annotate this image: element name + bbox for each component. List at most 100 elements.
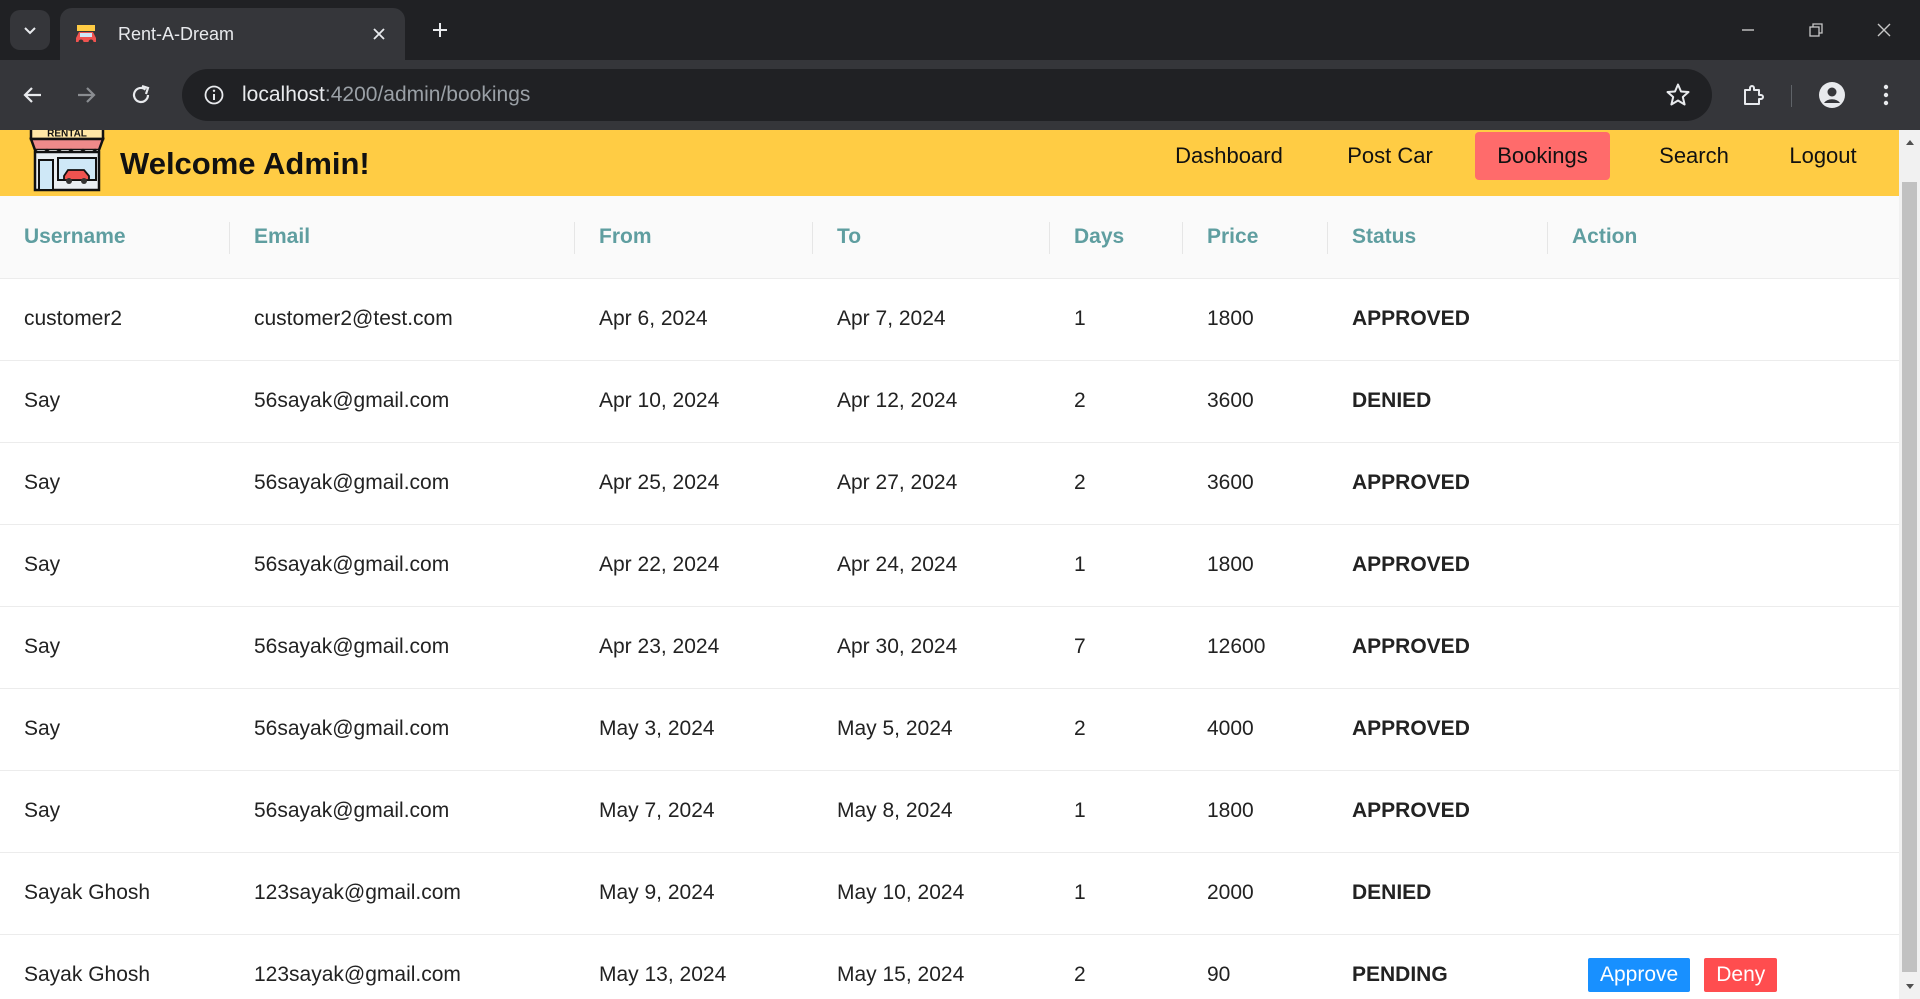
bookings-table: Username Email From To Days Price Status… [0, 196, 1899, 999]
cell-price: 3600 [1183, 442, 1328, 525]
cell-email: 56sayak@gmail.com [230, 524, 575, 607]
cell-username: Sayak Ghosh [0, 852, 230, 935]
cell-to: Apr 27, 2024 [813, 442, 1050, 525]
restore-icon[interactable] [1796, 12, 1836, 48]
reload-icon[interactable] [123, 77, 159, 113]
url-text: localhost:4200/admin/bookings [242, 83, 530, 107]
cell-days: 2 [1050, 688, 1183, 771]
status-badge: APPROVED [1328, 688, 1548, 771]
url-host: localhost [242, 83, 325, 106]
cell-price: 4000 [1183, 688, 1328, 771]
page-viewport: RENTAL Welcome Admin! Dashboard Post Car… [0, 130, 1920, 999]
browser-tab-bar: Rent-A-Dream [0, 0, 1920, 60]
status-badge: DENIED [1328, 360, 1548, 443]
address-bar[interactable]: localhost:4200/admin/bookings [182, 69, 1712, 121]
nav-bookings[interactable]: Bookings [1475, 132, 1610, 180]
column-header-days: Days [1050, 196, 1183, 279]
browser-tab[interactable]: Rent-A-Dream [60, 8, 405, 60]
nav-search[interactable]: Search [1646, 132, 1742, 180]
cell-username: Say [0, 524, 230, 607]
extensions-puzzle-icon[interactable] [1735, 77, 1771, 113]
table-row: Say 56sayak@gmail.com Apr 22, 2024 Apr 2… [0, 524, 1899, 607]
car-favicon-icon [74, 22, 98, 46]
minimize-icon[interactable] [1728, 12, 1768, 48]
tab-search-button[interactable] [10, 10, 50, 50]
cell-to: Apr 12, 2024 [813, 360, 1050, 443]
forward-arrow-icon[interactable] [68, 77, 104, 113]
profile-avatar-icon[interactable] [1814, 77, 1850, 113]
cell-username: Say [0, 442, 230, 525]
url-path: :4200/admin/bookings [324, 83, 531, 106]
cell-price: 12600 [1183, 606, 1328, 689]
bookmark-star-icon[interactable] [1664, 81, 1692, 109]
cell-days: 1 [1050, 770, 1183, 853]
table-row: Sayak Ghosh 123sayak@gmail.com May 9, 20… [0, 852, 1899, 935]
table-row: Sayak Ghosh 123sayak@gmail.com May 13, 2… [0, 934, 1899, 999]
cell-action: Approve Deny [1548, 934, 1899, 999]
cell-action [1548, 688, 1899, 771]
cell-price: 1800 [1183, 770, 1328, 853]
cell-to: Apr 24, 2024 [813, 524, 1050, 607]
welcome-heading: Welcome Admin! [120, 146, 370, 181]
cell-email: 56sayak@gmail.com [230, 770, 575, 853]
table-row: customer2 customer2@test.com Apr 6, 2024… [0, 278, 1899, 361]
cell-action [1548, 360, 1899, 443]
column-header-price: Price [1183, 196, 1328, 279]
deny-button[interactable]: Deny [1704, 958, 1778, 992]
column-header-from: From [575, 196, 813, 279]
tab-close-icon[interactable] [365, 20, 393, 48]
cell-username: Say [0, 770, 230, 853]
cell-username: customer2 [0, 278, 230, 361]
status-badge: PENDING [1328, 934, 1548, 999]
cell-action [1548, 278, 1899, 361]
column-header-email: Email [230, 196, 575, 279]
nav-post-car[interactable]: Post Car [1335, 132, 1445, 180]
table-row: Say 56sayak@gmail.com Apr 23, 2024 Apr 3… [0, 606, 1899, 689]
scroll-up-arrow-icon[interactable] [1899, 130, 1920, 154]
cell-price: 1800 [1183, 524, 1328, 607]
vertical-scrollbar[interactable] [1899, 130, 1920, 999]
cell-price: 1800 [1183, 278, 1328, 361]
cell-days: 2 [1050, 442, 1183, 525]
cell-email: 123sayak@gmail.com [230, 934, 575, 999]
cell-action [1548, 852, 1899, 935]
status-badge: DENIED [1328, 852, 1548, 935]
new-tab-plus-icon[interactable] [424, 14, 456, 46]
status-badge: APPROVED [1328, 442, 1548, 525]
nav-dashboard[interactable]: Dashboard [1164, 132, 1294, 180]
table-row: Say 56sayak@gmail.com May 3, 2024 May 5,… [0, 688, 1899, 771]
close-window-icon[interactable] [1864, 12, 1904, 48]
cell-email: customer2@test.com [230, 278, 575, 361]
cell-to: May 10, 2024 [813, 852, 1050, 935]
cell-from: Apr 23, 2024 [575, 606, 813, 689]
column-header-to: To [813, 196, 1050, 279]
scrollbar-thumb[interactable] [1902, 182, 1917, 972]
rental-shop-logo: RENTAL [29, 130, 105, 192]
scroll-down-arrow-icon[interactable] [1899, 975, 1920, 999]
cell-price: 2000 [1183, 852, 1328, 935]
browser-toolbar: localhost:4200/admin/bookings [0, 60, 1920, 130]
cell-from: May 9, 2024 [575, 852, 813, 935]
cell-username: Say [0, 688, 230, 771]
cell-email: 56sayak@gmail.com [230, 688, 575, 771]
table-row: Say 56sayak@gmail.com Apr 10, 2024 Apr 1… [0, 360, 1899, 443]
tab-title: Rent-A-Dream [118, 23, 235, 44]
nav-logout[interactable]: Logout [1780, 132, 1866, 180]
cell-username: Sayak Ghosh [0, 934, 230, 999]
cell-days: 2 [1050, 360, 1183, 443]
info-icon[interactable] [200, 81, 228, 109]
approve-button[interactable]: Approve [1588, 958, 1691, 992]
cell-price: 90 [1183, 934, 1328, 999]
cell-to: May 8, 2024 [813, 770, 1050, 853]
kebab-menu-icon[interactable] [1868, 77, 1904, 113]
table-row: Say 56sayak@gmail.com May 7, 2024 May 8,… [0, 770, 1899, 853]
toolbar-separator [1791, 85, 1792, 107]
cell-from: Apr 6, 2024 [575, 278, 813, 361]
column-header-action: Action [1548, 196, 1899, 279]
cell-username: Say [0, 606, 230, 689]
cell-email: 56sayak@gmail.com [230, 360, 575, 443]
cell-from: May 7, 2024 [575, 770, 813, 853]
cell-to: Apr 7, 2024 [813, 278, 1050, 361]
back-arrow-icon[interactable] [15, 77, 51, 113]
status-badge: APPROVED [1328, 278, 1548, 361]
